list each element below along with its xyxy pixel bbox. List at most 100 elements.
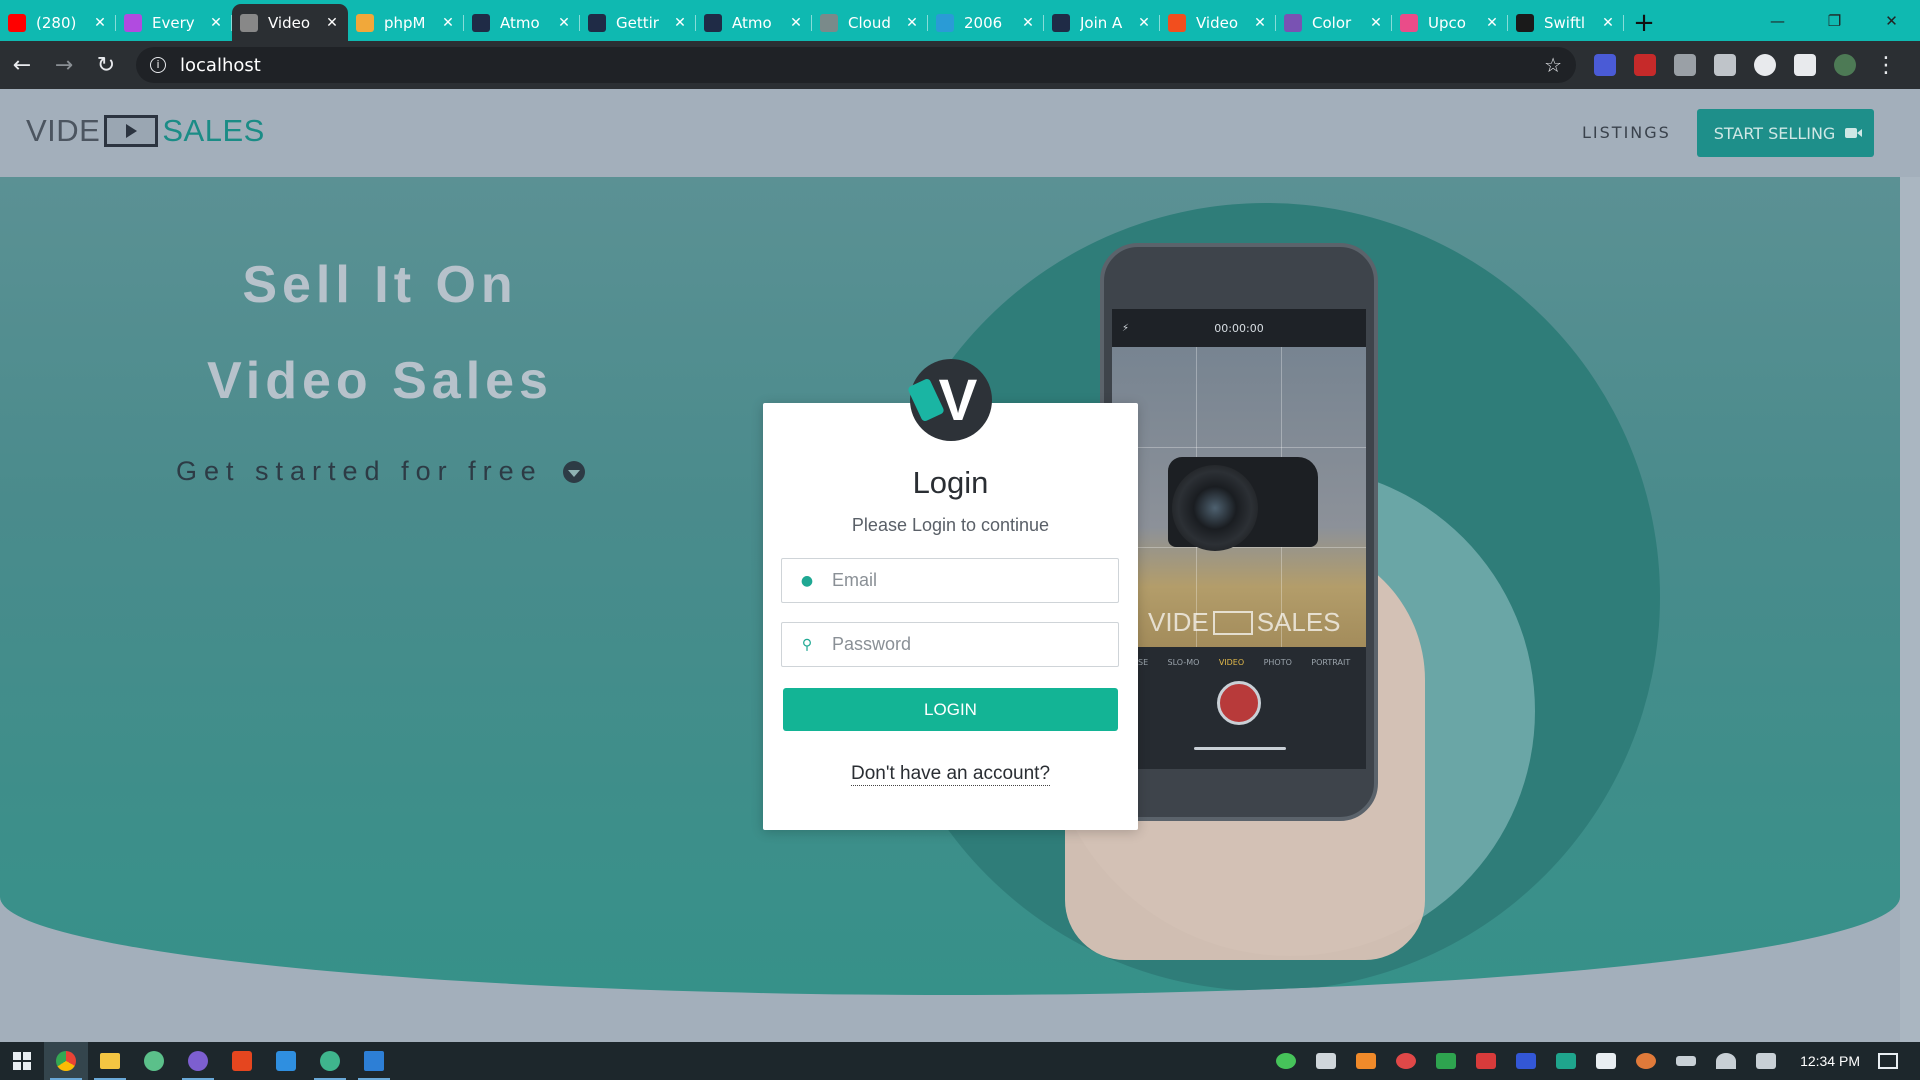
tray-orange-icon[interactable] <box>1356 1053 1377 1069</box>
start-selling-button[interactable]: START SELLING <box>1697 109 1874 157</box>
logo-word-2: SALES <box>162 113 265 148</box>
tray-m-icon[interactable] <box>1516 1053 1537 1069</box>
site-header: VIDE SALES LISTINGS START SELLING <box>0 89 1920 177</box>
chevron-down-icon[interactable] <box>562 460 585 483</box>
maximize-button[interactable]: ❐ <box>1806 0 1863 41</box>
close-tab-icon[interactable]: ✕ <box>1600 15 1616 31</box>
password-field[interactable]: ⚲ <box>781 622 1119 667</box>
close-tab-icon[interactable]: ✕ <box>556 15 572 31</box>
hero-title-line-1: Sell It On <box>242 256 518 314</box>
browser-tab[interactable]: phpM ✕ <box>348 4 464 41</box>
login-button[interactable]: LOGIN <box>783 688 1118 731</box>
tray-w-icon[interactable] <box>1436 1053 1457 1069</box>
browser-tab[interactable]: Video ✕ <box>1160 4 1276 41</box>
tray-update-icon[interactable] <box>1636 1053 1657 1069</box>
email-field[interactable]: ● <box>781 558 1119 603</box>
close-window-button[interactable]: ✕ <box>1863 0 1920 41</box>
taskbar-vscode-icon[interactable] <box>264 1042 308 1080</box>
link-icon <box>936 13 954 32</box>
new-tab-button[interactable]: + <box>1624 4 1664 41</box>
extensions-puzzle-icon[interactable] <box>1794 54 1816 76</box>
phone-timer: 00:00:00 <box>1214 321 1264 335</box>
close-tab-icon[interactable]: ✕ <box>1368 15 1384 31</box>
browser-tab[interactable]: Color ✕ <box>1276 4 1392 41</box>
taskbar-office-icon[interactable] <box>220 1042 264 1080</box>
user-icon: ● <box>800 572 814 589</box>
close-tab-icon[interactable]: ✕ <box>324 15 340 31</box>
extension-pdf-icon[interactable] <box>1634 54 1656 76</box>
email-input[interactable] <box>832 559 1118 602</box>
browser-tab[interactable]: Video ✕ <box>232 4 348 41</box>
extension-k-icon[interactable] <box>1714 54 1736 76</box>
back-icon[interactable]: ← <box>2 45 42 85</box>
tray-red-icon[interactable] <box>1476 1053 1497 1069</box>
profile-avatar[interactable] <box>1834 54 1856 76</box>
login-subtitle: Please Login to continue <box>851 515 1050 535</box>
minimize-button[interactable]: — <box>1749 0 1806 41</box>
tray-cloud-icon[interactable] <box>1396 1053 1417 1069</box>
browser-tab[interactable]: Atmo ✕ <box>464 4 580 41</box>
reload-icon[interactable]: ↻ <box>86 45 126 85</box>
close-tab-icon[interactable]: ✕ <box>92 15 108 31</box>
address-bar[interactable]: i localhost ☆ <box>136 47 1576 83</box>
forward-icon[interactable]: → <box>44 45 84 85</box>
taskbar-app-purple-icon[interactable] <box>176 1042 220 1080</box>
taskbar-app-green-icon[interactable] <box>132 1042 176 1080</box>
phone-camera-mode: VIDEO <box>1218 657 1245 667</box>
browser-tab-title: (280) <box>36 13 77 32</box>
browser-tab-title: Atmo <box>732 13 772 32</box>
browser-tab[interactable]: Cloud ✕ <box>812 4 928 41</box>
play-icon <box>104 115 159 147</box>
wifi-icon[interactable] <box>1716 1053 1737 1069</box>
close-tab-icon[interactable]: ✕ <box>440 15 456 31</box>
taskbar-chrome-icon[interactable] <box>44 1042 88 1080</box>
browser-tab-title: Every <box>152 13 195 32</box>
tray-printer-icon[interactable] <box>1316 1053 1337 1069</box>
site-info-icon[interactable]: i <box>150 57 166 73</box>
close-tab-icon[interactable]: ✕ <box>1484 15 1500 31</box>
bookmark-star-icon[interactable]: ☆ <box>1544 53 1562 77</box>
close-tab-icon[interactable]: ✕ <box>672 15 688 31</box>
browser-tab-title: Join A <box>1080 13 1123 32</box>
volume-muted-icon[interactable] <box>1756 1053 1777 1069</box>
browser-tab-title: Cloud <box>848 13 891 32</box>
close-tab-icon[interactable]: ✕ <box>1136 15 1152 31</box>
taskbar-photos-icon[interactable] <box>352 1042 396 1080</box>
extension-grammarly-icon[interactable] <box>1754 54 1776 76</box>
browser-tab[interactable]: Join A ✕ <box>1044 4 1160 41</box>
battery-icon[interactable] <box>1676 1056 1697 1066</box>
phone-camera-modes: APSESLO-MOVIDEOPHOTOPORTRAIT <box>1112 647 1366 677</box>
close-tab-icon[interactable]: ✕ <box>788 15 804 31</box>
site-logo[interactable]: VIDE SALES <box>26 113 265 149</box>
browser-tab[interactable]: Atmo ✕ <box>696 4 812 41</box>
nav-listings-link[interactable]: LISTINGS <box>1582 123 1671 142</box>
extension-stack-icon[interactable] <box>1594 54 1616 76</box>
close-tab-icon[interactable]: ✕ <box>904 15 920 31</box>
browser-tab[interactable]: Gettir ✕ <box>580 4 696 41</box>
page-scrollbar[interactable] <box>1900 177 1920 1042</box>
taskbar-app-teal-icon[interactable] <box>308 1042 352 1080</box>
browser-tab[interactable]: 2006 ✕ <box>928 4 1044 41</box>
password-input[interactable] <box>832 623 1118 666</box>
windows-start-button[interactable] <box>0 1042 44 1080</box>
close-tab-icon[interactable]: ✕ <box>1020 15 1036 31</box>
browser-tab[interactable]: (280) ✕ <box>0 4 116 41</box>
browser-menu-icon[interactable]: ⋮ <box>1866 45 1906 85</box>
hero-get-started[interactable]: Get started for free <box>176 456 585 487</box>
extension-copy-icon[interactable] <box>1674 54 1696 76</box>
taskbar-clock[interactable]: 12:34 PM <box>1800 1053 1860 1069</box>
tray-teal-icon[interactable] <box>1556 1053 1577 1069</box>
address-text[interactable]: localhost <box>180 55 261 76</box>
phone-home-indicator <box>1194 747 1286 750</box>
globe-icon <box>820 13 838 32</box>
browser-tab[interactable]: Swiftl ✕ <box>1508 4 1624 41</box>
close-tab-icon[interactable]: ✕ <box>208 15 224 31</box>
tray-shield-icon[interactable] <box>1596 1053 1617 1069</box>
tray-green-icon[interactable] <box>1276 1053 1297 1069</box>
browser-tab[interactable]: Every ✕ <box>116 4 232 41</box>
register-link[interactable]: Don't have an account? <box>850 763 1051 786</box>
taskbar-file-explorer-icon[interactable] <box>88 1042 132 1080</box>
notification-center-icon[interactable] <box>1878 1053 1898 1069</box>
close-tab-icon[interactable]: ✕ <box>1252 15 1268 31</box>
browser-tab[interactable]: Upco ✕ <box>1392 4 1508 41</box>
